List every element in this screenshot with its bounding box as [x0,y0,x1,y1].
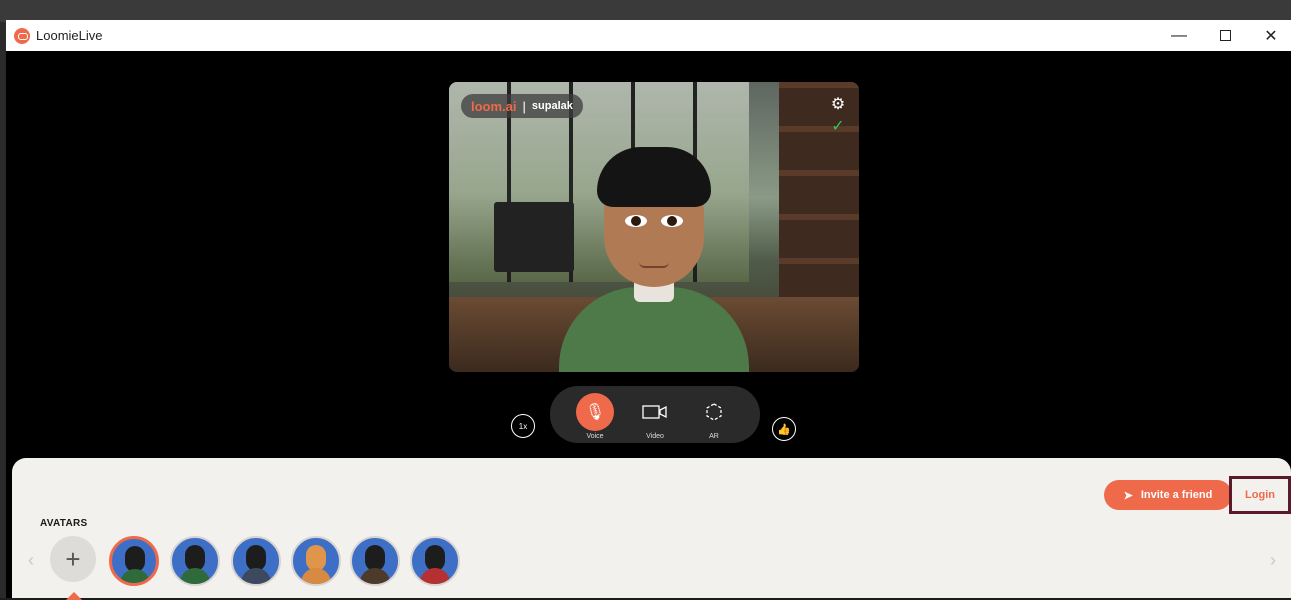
video-label: Video [646,433,664,440]
maximize-icon [1219,30,1231,41]
speed-button[interactable]: 1x [511,414,535,438]
ar-label: AR [709,433,719,440]
gear-icon[interactable]: ⚙ [829,96,847,114]
chevron-right-icon[interactable]: › [1270,550,1276,571]
thumbs-up-icon: 👍 [777,423,791,436]
avatar-mouth [639,262,669,268]
minimize-icon: — [1171,26,1187,44]
selection-pointer-icon [66,592,82,600]
avatar-hair [597,147,711,207]
avatar-thumb-5[interactable] [350,536,400,586]
username-label: supalak [531,100,573,112]
video-camera-icon [636,393,674,431]
add-avatar-button[interactable]: + [50,536,96,582]
brand-user-badge: loom.ai | supalak [461,94,583,118]
avatar-thumb-6[interactable] [410,536,460,586]
avatars-heading: AVATARS [40,518,88,529]
video-button[interactable]: Video [630,386,680,443]
maximize-button[interactable] [1202,20,1248,51]
avatar-thumb-3[interactable] [231,536,281,586]
login-button[interactable]: Login [1229,476,1291,514]
check-icon: ✓ [831,118,845,135]
voice-button[interactable]: 🎙 Voice [570,386,620,443]
voice-label: Voice [586,433,604,440]
paper-plane-icon: ➤ [1123,489,1133,502]
title-bar: LoomieLive — ✕ [6,20,1291,51]
minimize-button[interactable]: — [1156,20,1202,51]
screen: LoomieLive — ✕ loom.ai | supalak ⚙ ✓ 1x … [0,0,1291,600]
avatars-panel: ➤ Invite a friend Login AVATARS ‹ + › [12,458,1291,600]
avatar-thumb-4[interactable] [291,536,341,586]
invite-label: Invite a friend [1140,489,1213,501]
avatar-left-eye [625,215,647,227]
app-logo-icon [14,27,30,44]
background-bookshelf [779,82,859,302]
avatar-character [559,137,749,372]
close-icon: ✕ [1264,27,1278,45]
avatar-video-preview: loom.ai | supalak ⚙ ✓ [449,82,859,372]
avatar-thumb-2[interactable] [170,536,220,586]
app-window: LoomieLive — ✕ loom.ai | supalak ⚙ ✓ 1x … [6,20,1291,600]
avatar-right-eye [661,215,683,227]
invite-friend-button[interactable]: ➤ Invite a friend [1104,480,1232,510]
background-window-strip [0,0,1291,22]
media-control-bar: 🎙 Voice Video AR [550,386,760,443]
close-button[interactable]: ✕ [1248,20,1291,51]
avatar-thumb-1[interactable] [109,536,159,586]
microphone-icon: 🎙 [576,393,614,431]
loomai-logo: loom.ai [471,98,517,114]
window-title: LoomieLive [36,28,103,43]
ar-cube-icon [695,393,733,431]
ar-button[interactable]: AR [689,386,739,443]
thumbs-up-button[interactable]: 👍 [772,417,796,441]
chevron-left-icon[interactable]: ‹ [28,550,34,571]
badge-separator: | [522,98,526,114]
